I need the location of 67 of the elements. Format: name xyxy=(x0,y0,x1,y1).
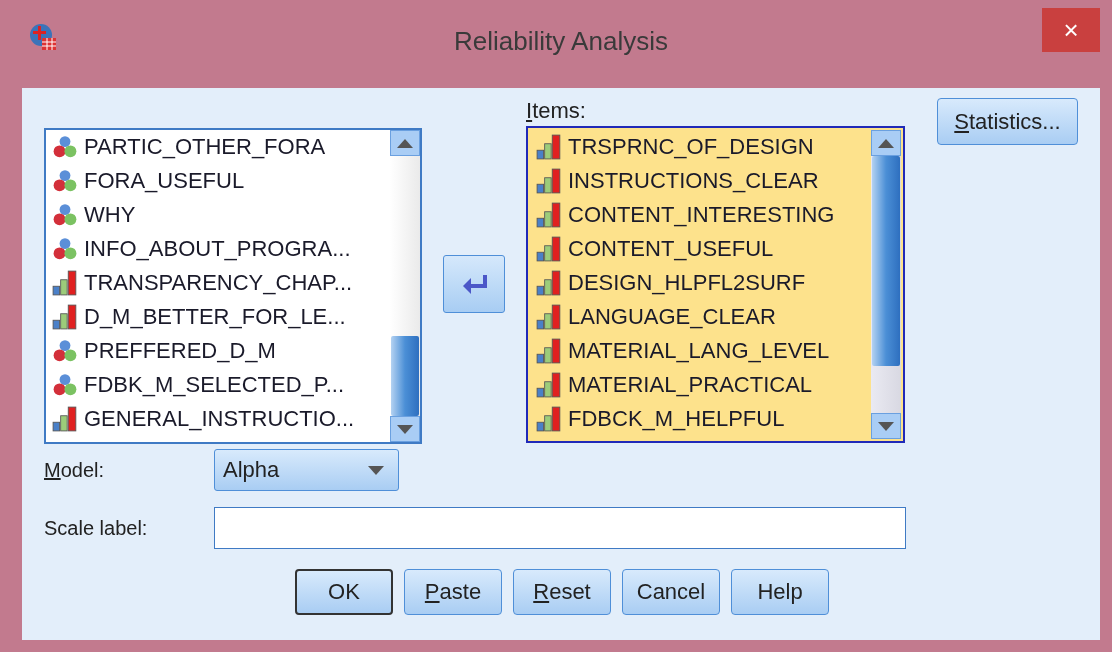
scrollbar[interactable] xyxy=(390,130,420,442)
nominal-variable-icon xyxy=(52,134,78,160)
model-dropdown[interactable]: Alpha xyxy=(214,449,399,491)
dialog-button[interactable]: Paste xyxy=(404,569,502,615)
down-arrow-icon xyxy=(397,424,413,434)
variable-name: DESIGN_HLPFL2SURF xyxy=(568,270,806,296)
scale-variable-icon xyxy=(536,270,562,296)
variable-name[interactable]: FORA_USEFUL xyxy=(84,168,245,194)
close-button[interactable]: × xyxy=(1042,8,1100,52)
scale-variable-icon xyxy=(536,168,562,194)
up-arrow-icon xyxy=(878,138,894,148)
dialog-button[interactable]: Help xyxy=(731,569,829,615)
nominal-variable-icon xyxy=(52,168,78,194)
scroll-thumb[interactable] xyxy=(872,156,900,366)
model-label: Model: xyxy=(44,458,106,482)
variable-name[interactable]: D_M_BETTER_FOR_LE... xyxy=(84,304,346,330)
scale-variable-icon xyxy=(52,270,78,296)
scale-label-field[interactable] xyxy=(214,507,906,549)
scale-variable-icon xyxy=(536,406,562,432)
arrow-icon xyxy=(461,273,487,295)
variable-name[interactable]: GENERAL_INSTRUCTIO... xyxy=(84,406,355,432)
dialog-button[interactable]: Reset xyxy=(513,569,611,615)
variable-name: TRSPRNC_OF_DESIGN xyxy=(568,134,814,160)
scale-variable-icon xyxy=(536,372,562,398)
scale-label-label: Scale label: xyxy=(44,516,149,540)
nominal-variable-icon xyxy=(52,372,78,398)
scroll-down-button[interactable] xyxy=(390,416,420,442)
scale-variable-icon xyxy=(52,406,78,432)
dropdown-caret-icon xyxy=(368,465,384,475)
variable-name: CONTENT_INTERESTING xyxy=(568,202,835,228)
items-list[interactable]: TRSPRNC_OF_DESIGN INSTRUCTIONS_CLEAR CONTENT_INTERESTING CONTENT_USEFUL DESIGN_HLPFL2SURF LANGUAGE_CLEAR MATERIAL_LANG_LEVEL MATERIAL_PRACTICAL FDBCK_M_HELPFUL xyxy=(526,126,905,443)
scroll-thumb[interactable] xyxy=(391,336,419,416)
move-button[interactable] xyxy=(443,255,505,313)
variable-name: INSTRUCTIONS_CLEAR xyxy=(568,168,819,194)
scale-variable-icon xyxy=(536,304,562,330)
variable-name: LANGUAGE_CLEAR xyxy=(568,304,776,330)
variable-name[interactable]: PREFFERED_D_M xyxy=(84,338,276,364)
statistics-button[interactable]: Statistics... xyxy=(937,98,1078,145)
scrollbar[interactable] xyxy=(871,130,901,439)
window-title: Reliability Analysis xyxy=(453,25,669,57)
nominal-variable-icon xyxy=(52,202,78,228)
app-icon xyxy=(28,22,58,52)
scale-variable-icon xyxy=(536,202,562,228)
variable-name[interactable]: WHY xyxy=(84,202,136,228)
items-label: Items: xyxy=(526,97,587,125)
scroll-up-button[interactable] xyxy=(871,130,901,156)
variable-name: FDBCK_M_HELPFUL xyxy=(568,406,785,432)
scale-variable-icon xyxy=(536,338,562,364)
scale-variable-icon xyxy=(52,304,78,330)
nominal-variable-icon xyxy=(52,236,78,262)
scale-variable-icon xyxy=(536,236,562,262)
variable-name[interactable]: TRANSPARENCY_CHAP... xyxy=(84,270,353,296)
variable-name: MATERIAL_PRACTICAL xyxy=(568,372,813,398)
dialog-button[interactable]: OK xyxy=(295,569,393,615)
dialog-button[interactable]: Cancel xyxy=(622,569,720,615)
variable-name: CONTENT_USEFUL xyxy=(568,236,774,262)
up-arrow-icon xyxy=(397,138,413,148)
variable-name[interactable]: FDBK_M_SELECTED_P... xyxy=(84,372,345,398)
down-arrow-icon xyxy=(878,421,894,431)
scroll-down-button[interactable] xyxy=(871,413,901,439)
scroll-up-button[interactable] xyxy=(390,130,420,156)
nominal-variable-icon xyxy=(52,338,78,364)
variable-name[interactable]: INFO_ABOUT_PROGRA... xyxy=(84,236,351,262)
variable-list[interactable]: PARTIC_OTHER_FORA FORA_USEFUL WHY INFO_ABOUT_PROGRA... TRANSPARENCY_CHAP... D_M_BETTER_FOR_LE... PREFFERED_D_M FDBK_M_SELECTED_P... GENERAL_INSTRUCTIO... xyxy=(44,128,422,444)
scale-variable-icon xyxy=(536,134,562,160)
variable-name: MATERIAL_LANG_LEVEL xyxy=(568,338,830,364)
variable-name[interactable]: PARTIC_OTHER_FORA xyxy=(84,134,326,160)
